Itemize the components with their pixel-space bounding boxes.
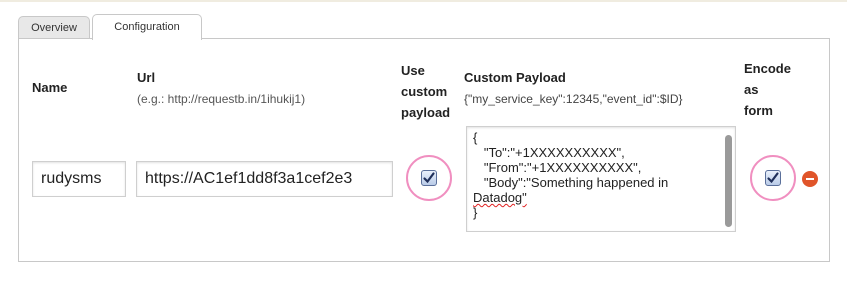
minus-circle-icon[interactable] [802, 171, 818, 187]
payload-line: Datadog" [473, 190, 527, 205]
use-custom-payload-highlight [406, 155, 452, 201]
payload-line: "Body":"Something happened in [473, 175, 669, 190]
url-field[interactable]: https://AC1ef1dd8f3a1cef2e3 [136, 161, 393, 197]
payload-line: "To":"+1XXXXXXXXXX", [473, 145, 625, 160]
use-custom-payload-header: Use custom payload [401, 63, 451, 120]
top-divider [0, 0, 847, 2]
custom-payload-header: Custom Payload [464, 70, 566, 85]
tab-overview[interactable]: Overview [18, 16, 90, 38]
url-column-header: Url [137, 70, 156, 85]
checkmark-icon [423, 172, 435, 184]
use-custom-payload-checkbox[interactable] [421, 170, 437, 186]
name-column-header: Name [32, 80, 68, 95]
textarea-scrollbar[interactable] [725, 135, 732, 227]
custom-payload-textarea[interactable]: { "To":"+1XXXXXXXXXX", "From":"+1XXXXXXX… [466, 126, 736, 232]
encode-as-form-highlight [750, 155, 796, 201]
checkmark-icon [767, 172, 779, 184]
custom-payload-hint: {"my_service_key":12345,"event_id":$ID} [464, 92, 683, 106]
payload-line: { [473, 130, 478, 145]
url-hint: (e.g.: http://requestb.in/1ihukij1) [137, 92, 306, 106]
tab-configuration[interactable]: Configuration [92, 14, 202, 40]
name-field[interactable]: rudysms [32, 161, 126, 197]
encode-as-form-checkbox[interactable] [765, 170, 781, 186]
payload-line: } [473, 205, 478, 220]
payload-line: "From":"+1XXXXXXXXXX", [473, 160, 642, 175]
encode-as-form-header: Encode as form [744, 61, 791, 118]
